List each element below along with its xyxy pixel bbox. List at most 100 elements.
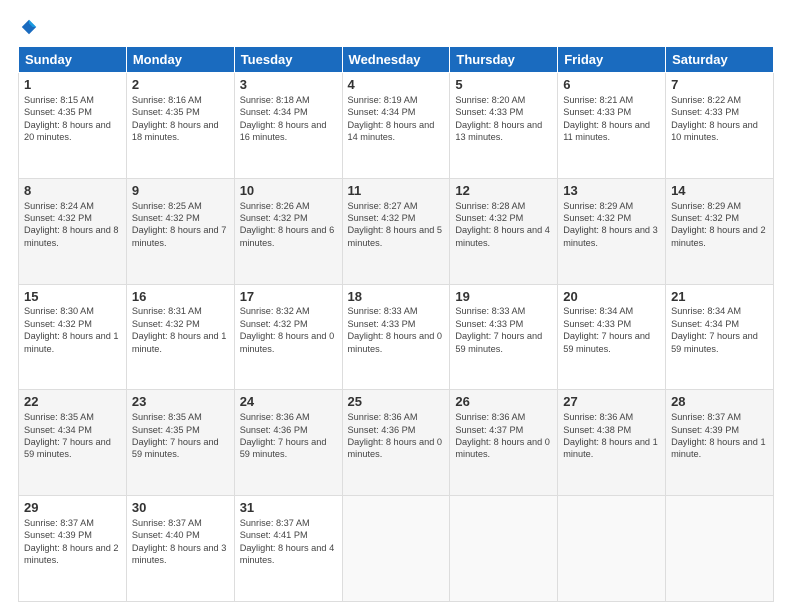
day-number: 25 [348, 394, 445, 411]
day-cell: 19Sunrise: 8:33 AMSunset: 4:33 PMDayligh… [450, 284, 558, 390]
day-info: Sunrise: 8:37 AMSunset: 4:39 PMDaylight:… [671, 412, 766, 459]
day-info: Sunrise: 8:33 AMSunset: 4:33 PMDaylight:… [455, 306, 542, 353]
day-number: 3 [240, 77, 337, 94]
logo-icon [20, 18, 38, 36]
day-cell: 10Sunrise: 8:26 AMSunset: 4:32 PMDayligh… [234, 178, 342, 284]
day-info: Sunrise: 8:27 AMSunset: 4:32 PMDaylight:… [348, 201, 443, 248]
day-number: 19 [455, 289, 552, 306]
day-cell: 18Sunrise: 8:33 AMSunset: 4:33 PMDayligh… [342, 284, 450, 390]
day-cell: 5Sunrise: 8:20 AMSunset: 4:33 PMDaylight… [450, 73, 558, 179]
week-row-2: 8Sunrise: 8:24 AMSunset: 4:32 PMDaylight… [19, 178, 774, 284]
day-info: Sunrise: 8:34 AMSunset: 4:33 PMDaylight:… [563, 306, 650, 353]
col-header-friday: Friday [558, 47, 666, 73]
day-number: 2 [132, 77, 229, 94]
day-number: 17 [240, 289, 337, 306]
calendar-table: SundayMondayTuesdayWednesdayThursdayFrid… [18, 46, 774, 602]
day-number: 11 [348, 183, 445, 200]
day-info: Sunrise: 8:15 AMSunset: 4:35 PMDaylight:… [24, 95, 111, 142]
day-info: Sunrise: 8:36 AMSunset: 4:36 PMDaylight:… [240, 412, 327, 459]
day-cell: 17Sunrise: 8:32 AMSunset: 4:32 PMDayligh… [234, 284, 342, 390]
day-number: 24 [240, 394, 337, 411]
day-number: 13 [563, 183, 660, 200]
day-info: Sunrise: 8:25 AMSunset: 4:32 PMDaylight:… [132, 201, 227, 248]
day-cell: 25Sunrise: 8:36 AMSunset: 4:36 PMDayligh… [342, 390, 450, 496]
day-number: 16 [132, 289, 229, 306]
day-cell: 14Sunrise: 8:29 AMSunset: 4:32 PMDayligh… [666, 178, 774, 284]
col-header-wednesday: Wednesday [342, 47, 450, 73]
day-cell: 15Sunrise: 8:30 AMSunset: 4:32 PMDayligh… [19, 284, 127, 390]
day-cell: 12Sunrise: 8:28 AMSunset: 4:32 PMDayligh… [450, 178, 558, 284]
day-cell: 13Sunrise: 8:29 AMSunset: 4:32 PMDayligh… [558, 178, 666, 284]
day-cell: 29Sunrise: 8:37 AMSunset: 4:39 PMDayligh… [19, 496, 127, 602]
day-cell: 4Sunrise: 8:19 AMSunset: 4:34 PMDaylight… [342, 73, 450, 179]
day-info: Sunrise: 8:37 AMSunset: 4:41 PMDaylight:… [240, 518, 335, 565]
day-info: Sunrise: 8:20 AMSunset: 4:33 PMDaylight:… [455, 95, 542, 142]
day-cell: 31Sunrise: 8:37 AMSunset: 4:41 PMDayligh… [234, 496, 342, 602]
day-number: 23 [132, 394, 229, 411]
day-info: Sunrise: 8:37 AMSunset: 4:39 PMDaylight:… [24, 518, 119, 565]
day-number: 14 [671, 183, 768, 200]
calendar-header-row: SundayMondayTuesdayWednesdayThursdayFrid… [19, 47, 774, 73]
day-cell: 24Sunrise: 8:36 AMSunset: 4:36 PMDayligh… [234, 390, 342, 496]
day-cell: 28Sunrise: 8:37 AMSunset: 4:39 PMDayligh… [666, 390, 774, 496]
day-info: Sunrise: 8:31 AMSunset: 4:32 PMDaylight:… [132, 306, 227, 353]
day-info: Sunrise: 8:29 AMSunset: 4:32 PMDaylight:… [671, 201, 766, 248]
day-cell: 20Sunrise: 8:34 AMSunset: 4:33 PMDayligh… [558, 284, 666, 390]
day-cell: 9Sunrise: 8:25 AMSunset: 4:32 PMDaylight… [126, 178, 234, 284]
week-row-4: 22Sunrise: 8:35 AMSunset: 4:34 PMDayligh… [19, 390, 774, 496]
day-info: Sunrise: 8:22 AMSunset: 4:33 PMDaylight:… [671, 95, 758, 142]
day-cell: 27Sunrise: 8:36 AMSunset: 4:38 PMDayligh… [558, 390, 666, 496]
day-number: 4 [348, 77, 445, 94]
page: SundayMondayTuesdayWednesdayThursdayFrid… [0, 0, 792, 612]
day-info: Sunrise: 8:28 AMSunset: 4:32 PMDaylight:… [455, 201, 550, 248]
header [18, 18, 774, 36]
day-cell: 16Sunrise: 8:31 AMSunset: 4:32 PMDayligh… [126, 284, 234, 390]
day-cell: 30Sunrise: 8:37 AMSunset: 4:40 PMDayligh… [126, 496, 234, 602]
day-number: 18 [348, 289, 445, 306]
week-row-5: 29Sunrise: 8:37 AMSunset: 4:39 PMDayligh… [19, 496, 774, 602]
day-number: 22 [24, 394, 121, 411]
day-info: Sunrise: 8:26 AMSunset: 4:32 PMDaylight:… [240, 201, 335, 248]
day-info: Sunrise: 8:29 AMSunset: 4:32 PMDaylight:… [563, 201, 658, 248]
day-info: Sunrise: 8:36 AMSunset: 4:36 PMDaylight:… [348, 412, 443, 459]
col-header-saturday: Saturday [666, 47, 774, 73]
day-info: Sunrise: 8:24 AMSunset: 4:32 PMDaylight:… [24, 201, 119, 248]
day-info: Sunrise: 8:16 AMSunset: 4:35 PMDaylight:… [132, 95, 219, 142]
day-number: 8 [24, 183, 121, 200]
day-cell: 22Sunrise: 8:35 AMSunset: 4:34 PMDayligh… [19, 390, 127, 496]
logo [18, 18, 38, 36]
day-number: 9 [132, 183, 229, 200]
day-cell [558, 496, 666, 602]
day-cell: 8Sunrise: 8:24 AMSunset: 4:32 PMDaylight… [19, 178, 127, 284]
week-row-1: 1Sunrise: 8:15 AMSunset: 4:35 PMDaylight… [19, 73, 774, 179]
day-number: 26 [455, 394, 552, 411]
day-info: Sunrise: 8:32 AMSunset: 4:32 PMDaylight:… [240, 306, 335, 353]
day-cell: 2Sunrise: 8:16 AMSunset: 4:35 PMDaylight… [126, 73, 234, 179]
day-number: 28 [671, 394, 768, 411]
day-number: 31 [240, 500, 337, 517]
day-info: Sunrise: 8:35 AMSunset: 4:35 PMDaylight:… [132, 412, 219, 459]
day-info: Sunrise: 8:36 AMSunset: 4:37 PMDaylight:… [455, 412, 550, 459]
day-cell: 23Sunrise: 8:35 AMSunset: 4:35 PMDayligh… [126, 390, 234, 496]
day-info: Sunrise: 8:19 AMSunset: 4:34 PMDaylight:… [348, 95, 435, 142]
day-cell: 3Sunrise: 8:18 AMSunset: 4:34 PMDaylight… [234, 73, 342, 179]
col-header-sunday: Sunday [19, 47, 127, 73]
day-info: Sunrise: 8:36 AMSunset: 4:38 PMDaylight:… [563, 412, 658, 459]
day-number: 29 [24, 500, 121, 517]
week-row-3: 15Sunrise: 8:30 AMSunset: 4:32 PMDayligh… [19, 284, 774, 390]
day-info: Sunrise: 8:30 AMSunset: 4:32 PMDaylight:… [24, 306, 119, 353]
day-cell: 21Sunrise: 8:34 AMSunset: 4:34 PMDayligh… [666, 284, 774, 390]
day-cell: 11Sunrise: 8:27 AMSunset: 4:32 PMDayligh… [342, 178, 450, 284]
day-cell: 6Sunrise: 8:21 AMSunset: 4:33 PMDaylight… [558, 73, 666, 179]
day-number: 6 [563, 77, 660, 94]
day-cell [342, 496, 450, 602]
day-info: Sunrise: 8:18 AMSunset: 4:34 PMDaylight:… [240, 95, 327, 142]
day-info: Sunrise: 8:34 AMSunset: 4:34 PMDaylight:… [671, 306, 758, 353]
day-info: Sunrise: 8:37 AMSunset: 4:40 PMDaylight:… [132, 518, 227, 565]
day-number: 15 [24, 289, 121, 306]
day-cell: 7Sunrise: 8:22 AMSunset: 4:33 PMDaylight… [666, 73, 774, 179]
day-number: 10 [240, 183, 337, 200]
day-info: Sunrise: 8:33 AMSunset: 4:33 PMDaylight:… [348, 306, 443, 353]
day-number: 5 [455, 77, 552, 94]
day-number: 30 [132, 500, 229, 517]
